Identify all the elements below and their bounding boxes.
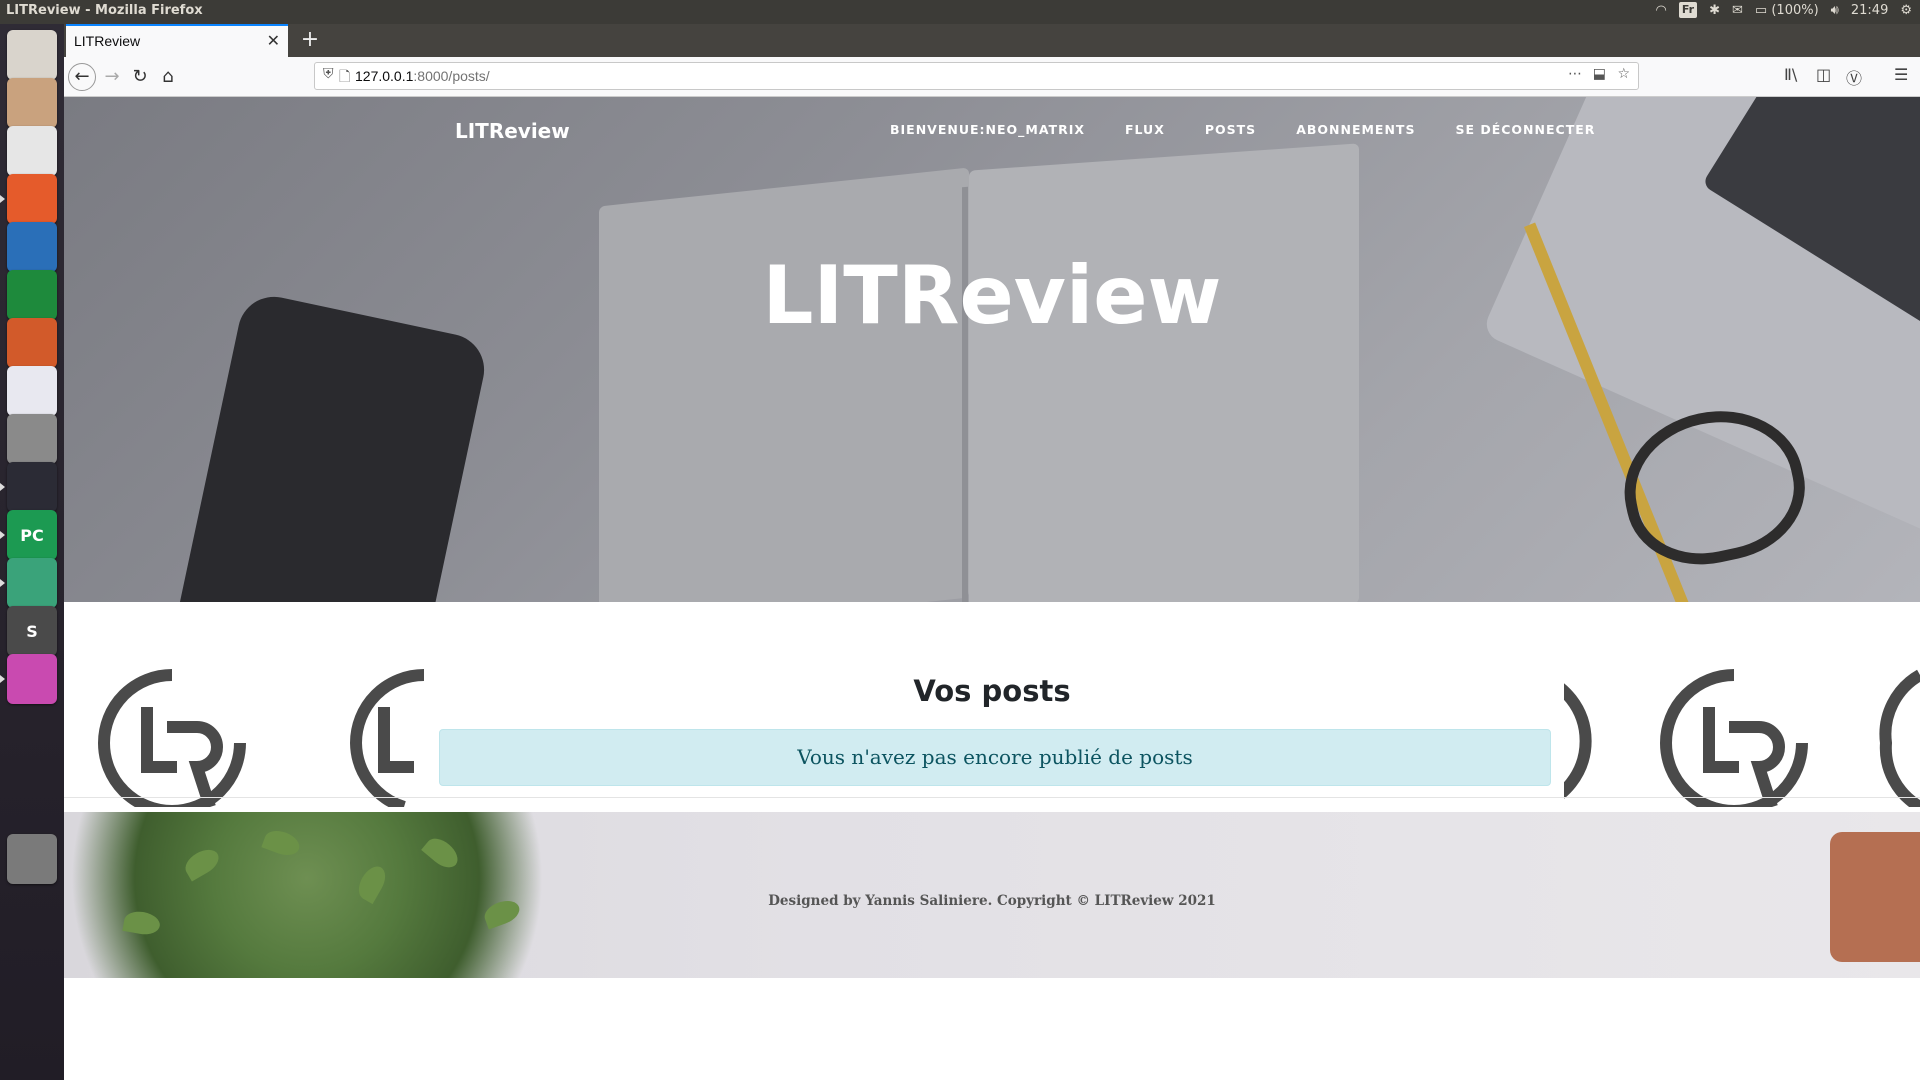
running-indicator (0, 675, 5, 683)
launcher-firefox-icon[interactable] (7, 174, 57, 224)
bookmark-star-icon[interactable]: ☆ (1617, 66, 1630, 82)
tracking-shield-icon[interactable]: ⛨ (323, 66, 334, 82)
running-indicator (0, 531, 5, 539)
settings-gear-icon[interactable]: ⚙ (1900, 3, 1912, 18)
nav-welcome-user[interactable]: BIENVENUE:NEO_MATRIX (890, 122, 1085, 137)
running-indicator (0, 483, 5, 491)
launcher-sublime-text-icon[interactable]: S (7, 606, 57, 656)
tab-litreview[interactable]: LITReview ✕ (66, 24, 288, 57)
library-icon[interactable]: Ⅱ\ (1784, 65, 1797, 84)
browser-navigation-bar: ← → ↻ ⌂ ⛨ 🗋 127.0.0.1:8000/posts/ ⋯ ⬓ ☆ … (64, 57, 1920, 97)
battery-indicator[interactable]: ▭ (100%) (1755, 3, 1819, 18)
nav-posts[interactable]: POSTS (1205, 122, 1256, 137)
running-indicator (0, 579, 5, 587)
section-divider (64, 797, 1920, 798)
app-launcher: PC S (0, 24, 64, 1080)
reload-icon: ↻ (132, 66, 148, 87)
launcher-chrome-icon[interactable] (7, 126, 57, 176)
tab-title: LITReview (74, 33, 141, 49)
launcher-atom-icon[interactable] (7, 558, 57, 608)
window-title: LITReview - Mozilla Firefox (6, 3, 203, 18)
url-host: 127.0.0.1 (355, 68, 414, 84)
forward-button[interactable]: → (98, 63, 126, 91)
url-path: :8000/posts/ (413, 68, 490, 84)
battery-icon: ▭ (1754, 2, 1768, 18)
wifi-icon[interactable]: ◠ (1656, 3, 1667, 18)
new-tab-button[interactable]: + (296, 26, 324, 54)
launcher-files-icon[interactable] (7, 78, 57, 128)
notebook-right-page (969, 143, 1359, 602)
site-brand[interactable]: LITReview (455, 119, 570, 143)
site-nav: BIENVENUE:NEO_MATRIX FLUX POSTS ABONNEME… (890, 122, 1635, 137)
back-button[interactable]: ← (68, 63, 96, 91)
os-top-panel: LITReview - Mozilla Firefox ◠ Fr ✱ ✉ ▭ (… (0, 0, 1920, 24)
launcher-libreoffice-calc-icon[interactable] (7, 270, 57, 320)
web-page: LITReview BIENVENUE:NEO_MATRIX FLUX POST… (64, 97, 1920, 1080)
mail-icon[interactable]: ✉ (1732, 3, 1743, 18)
forward-arrow-icon: → (104, 66, 120, 87)
nav-logout[interactable]: SE DÉCONNECTER (1455, 122, 1595, 137)
hero-title: LITReview (762, 249, 1222, 342)
clock[interactable]: 21:49 (1851, 3, 1888, 18)
launcher-ubuntu-dash-icon[interactable] (7, 30, 57, 80)
launcher-libreoffice-impress-icon[interactable] (7, 318, 57, 368)
bluetooth-icon[interactable]: ✱ (1709, 3, 1720, 18)
launcher-libreoffice-writer-icon[interactable] (7, 222, 57, 272)
browser-tab-bar: LITReview ✕ + (64, 24, 1920, 57)
volume-icon[interactable]: 🔊︎ (1831, 3, 1839, 18)
launcher-pycharm-icon[interactable]: PC (7, 510, 57, 560)
home-icon: ⌂ (162, 66, 174, 87)
hamburger-menu-icon[interactable]: ☰ (1894, 65, 1908, 84)
url-bar[interactable]: ⛨ 🗋 127.0.0.1:8000/posts/ ⋯ ⬓ ☆ (314, 62, 1639, 90)
running-indicator (0, 195, 5, 203)
launcher-system-settings-icon[interactable] (7, 414, 57, 464)
account-icon[interactable]: Ⓥ (1846, 65, 1862, 89)
notebook-left-page (599, 167, 969, 602)
launcher-software-center-icon[interactable] (7, 366, 57, 416)
nav-flux[interactable]: FLUX (1125, 122, 1165, 137)
sidebar-icon[interactable]: ◫ (1816, 65, 1831, 84)
site-footer: Designed by Yannis Saliniere. Copyright … (64, 812, 1920, 978)
url-text: 127.0.0.1:8000/posts/ (355, 68, 490, 84)
no-posts-alert: Vous n'avez pas encore publié de posts (439, 729, 1551, 786)
close-tab-icon[interactable]: ✕ (267, 31, 280, 50)
panel-indicators: ◠ Fr ✱ ✉ ▭ (100%) 🔊︎ 21:49 ⚙ (1656, 2, 1912, 18)
launcher-trash-icon[interactable] (7, 834, 57, 884)
footer-copyright: Designed by Yannis Saliniere. Copyright … (768, 893, 1216, 909)
back-arrow-icon: ← (74, 66, 90, 87)
keyboard-layout-indicator[interactable]: Fr (1678, 2, 1698, 18)
page-info-icon[interactable]: 🗋 (339, 66, 350, 90)
launcher-terminal-icon[interactable] (7, 462, 57, 512)
nav-abonnements[interactable]: ABONNEMENTS (1296, 122, 1415, 137)
hero-banner: LITReview BIENVENUE:NEO_MATRIX FLUX POST… (64, 97, 1920, 602)
posts-section: Vos posts Vous n'avez pas encore publié … (64, 602, 1920, 807)
pocket-icon[interactable]: ⬓ (1593, 66, 1606, 82)
reload-button[interactable]: ↻ (126, 63, 154, 91)
posts-heading: Vos posts (913, 674, 1071, 708)
page-actions-icon[interactable]: ⋯ (1568, 66, 1582, 82)
battery-level: (100%) (1771, 2, 1819, 18)
home-button[interactable]: ⌂ (154, 63, 182, 91)
launcher-screen-app-icon[interactable] (7, 654, 57, 704)
